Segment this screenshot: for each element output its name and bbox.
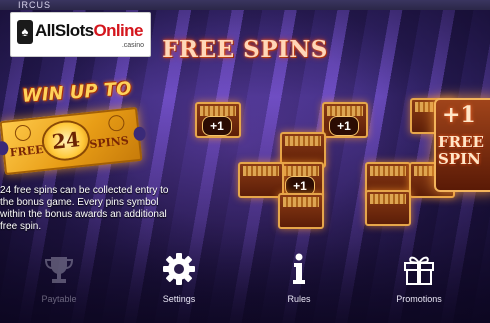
nav-paytable[interactable]: Paytable <box>14 252 104 304</box>
gear-icon <box>162 252 196 286</box>
ticket-spin-count: 24 <box>42 120 90 161</box>
plus-one-badge: +1 <box>202 116 232 136</box>
nav-settings[interactable]: Settings <box>134 252 224 304</box>
symbol-tile <box>365 190 411 226</box>
big-symbol-label: FREE SPIN <box>438 133 484 168</box>
gift-icon <box>402 252 436 286</box>
top-bar: IRCUS <box>0 0 490 10</box>
game-background: IRCUS ♠ AllSlotsOnline .casino FREE SPIN… <box>0 0 490 323</box>
ticket-deco-left-icon <box>14 124 32 142</box>
bottom-nav: Paytable Settings Rules Promotions <box>0 252 490 323</box>
nav-rules-label: Rules <box>287 294 311 304</box>
tile-pattern <box>370 194 406 204</box>
ticket-spins-label: SPINS <box>88 134 130 152</box>
nav-promotions-label: Promotions <box>396 294 442 304</box>
big-symbol-plus: +1 <box>442 102 476 128</box>
ticket-free-label: FREE <box>9 142 45 160</box>
big-free-spin-symbol: +1 FREE SPIN <box>434 98 490 192</box>
screen-title: FREE SPINS <box>162 36 328 63</box>
tile-pattern <box>283 197 319 207</box>
tile-pattern <box>327 106 363 116</box>
tile-pattern <box>283 166 319 176</box>
nav-settings-label: Settings <box>162 294 196 304</box>
tile-pattern <box>370 166 406 176</box>
ticket-deco-right-icon <box>107 114 126 132</box>
nav-rules[interactable]: Rules <box>254 252 344 304</box>
bonus-description: 24 free spins can be collected entry to … <box>0 185 169 232</box>
nav-paytable-label: Paytable <box>41 294 77 304</box>
tile-pattern <box>285 136 321 146</box>
nav-promotions[interactable]: Promotions <box>374 252 464 304</box>
plus-one-badge: +1 <box>329 116 359 136</box>
tile-pattern <box>243 166 279 176</box>
symbol-tile <box>238 162 284 198</box>
trophy-icon <box>42 252 76 286</box>
symbol-tile: +1 <box>195 102 241 138</box>
symbol-tile: +1 <box>322 102 368 138</box>
symbol-tile <box>278 193 324 229</box>
game-name: IRCUS <box>18 0 52 10</box>
tile-pattern <box>200 106 236 116</box>
info-icon <box>282 252 316 286</box>
